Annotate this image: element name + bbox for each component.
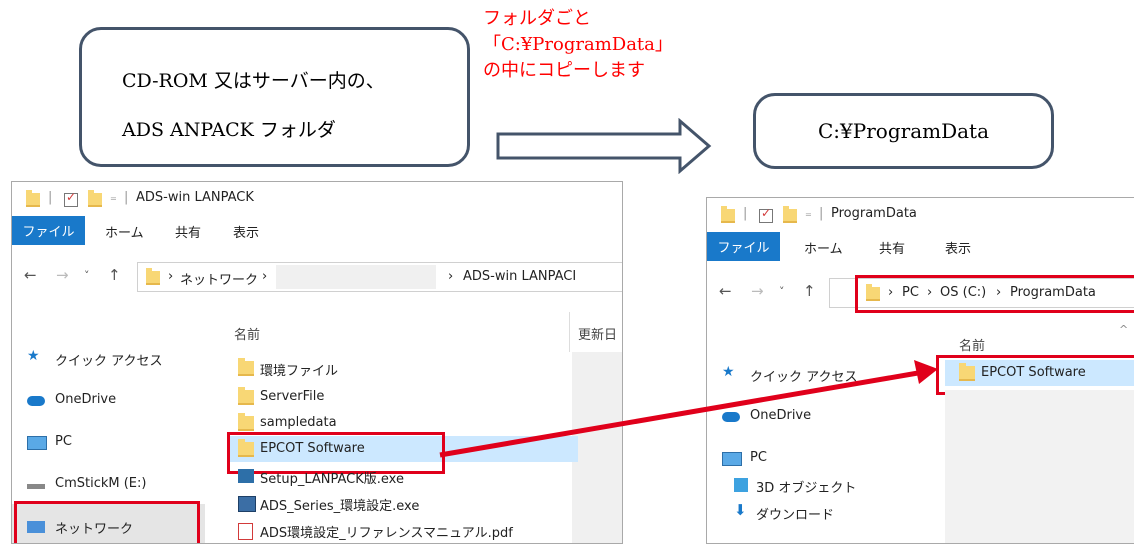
copy-connector-arrow-icon <box>439 360 938 458</box>
